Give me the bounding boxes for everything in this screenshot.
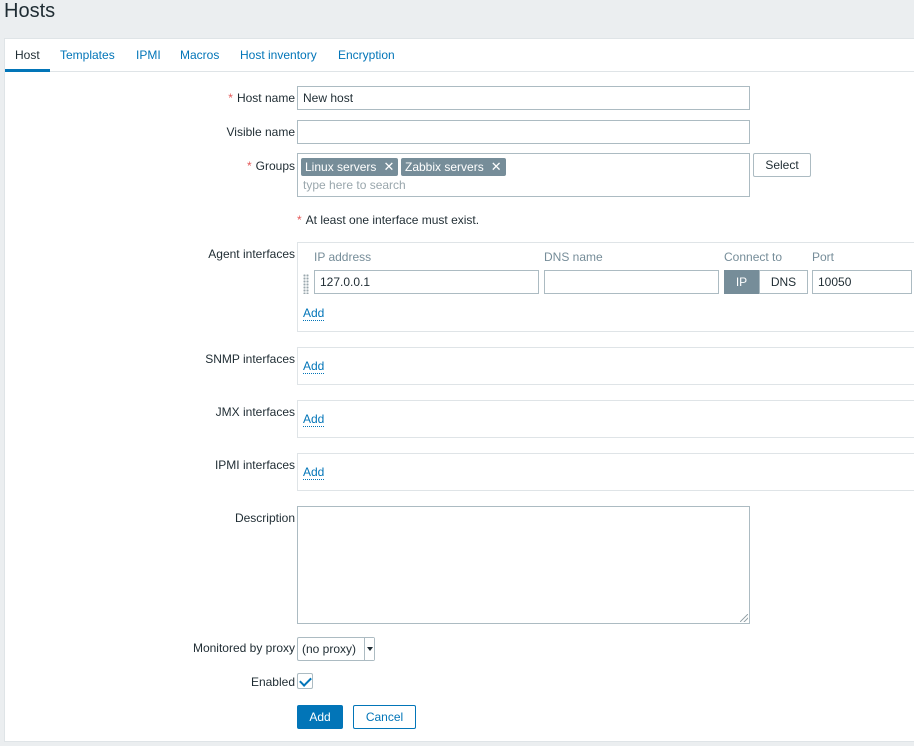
ip-address-header: IP address — [314, 250, 372, 264]
enabled-checkbox[interactable] — [297, 673, 313, 689]
connect-dns-toggle[interactable]: DNS — [759, 270, 808, 294]
resize-handle-icon[interactable] — [740, 614, 748, 622]
remove-icon[interactable]: ✕ — [491, 158, 502, 176]
add-ipmi-interface-link[interactable]: Add — [303, 466, 325, 480]
add-agent-interface-link[interactable]: Add — [303, 307, 325, 321]
ipmi-interfaces-label: IPMI interfaces — [214, 458, 295, 472]
jmx-interfaces-table: Add — [297, 400, 914, 438]
tab-ipmi[interactable]: IPMI — [126, 39, 171, 72]
ipmi-interfaces-table: Add — [297, 453, 914, 491]
agent-dns-input[interactable] — [544, 270, 719, 294]
visible-name-input[interactable] — [297, 120, 750, 144]
interface-note: * At least one interface must exist. — [297, 213, 480, 227]
add-snmp-interface-link[interactable]: Add — [303, 360, 325, 374]
tab-templates[interactable]: Templates — [50, 39, 125, 72]
tab-encryption[interactable]: Encryption — [328, 39, 405, 72]
port-header: Port — [812, 250, 835, 264]
snmp-interfaces-table: Add — [297, 347, 914, 385]
agent-interfaces-label: Agent interfaces — [208, 247, 295, 261]
tab-bar: Host Templates IPMI Macros Host inventor… — [5, 39, 914, 72]
group-chip-linux-servers: Linux servers ✕ — [301, 158, 399, 176]
description-label: Description — [234, 511, 295, 525]
proxy-select[interactable]: (no proxy) — [297, 637, 375, 661]
enabled-label: Enabled — [250, 675, 295, 689]
agent-port-input[interactable]: 10050 — [812, 270, 912, 294]
host-name-label: * Host name — [228, 91, 295, 105]
chevron-down-icon — [364, 638, 374, 660]
groups-search-placeholder[interactable]: type here to search — [303, 178, 406, 192]
tab-host[interactable]: Host — [5, 39, 50, 72]
tab-macros[interactable]: Macros — [170, 39, 229, 72]
agent-interfaces-table: IP address DNS name Connect to Port 127.… — [297, 242, 914, 332]
required-marker: * — [228, 91, 233, 105]
connect-ip-toggle[interactable]: IP — [724, 270, 759, 294]
agent-ip-input[interactable]: 127.0.0.1 — [314, 270, 539, 294]
groups-select-button[interactable]: Select — [753, 153, 811, 177]
remove-icon[interactable]: ✕ — [383, 158, 394, 176]
visible-name-label: Visible name — [226, 125, 295, 139]
snmp-interfaces-label: SNMP interfaces — [205, 352, 295, 366]
page-title: Hosts — [4, 0, 56, 22]
groups-label: * Groups — [246, 159, 295, 173]
connect-to-header: Connect to — [724, 250, 783, 264]
add-button[interactable]: Add — [297, 705, 343, 729]
required-marker: * — [246, 159, 252, 173]
group-chip-zabbix-servers: Zabbix servers ✕ — [401, 158, 506, 176]
proxy-label: Monitored by proxy — [192, 641, 295, 655]
host-form-panel: Host Templates IPMI Macros Host inventor… — [4, 38, 914, 742]
groups-multiselect[interactable]: Linux servers ✕ Zabbix servers ✕ type he… — [297, 153, 750, 197]
cancel-button[interactable]: Cancel — [353, 705, 416, 729]
drag-handle-icon[interactable] — [303, 274, 309, 294]
add-jmx-interface-link[interactable]: Add — [303, 413, 325, 427]
description-textarea[interactable] — [297, 506, 750, 624]
host-name-input[interactable]: New host — [297, 86, 750, 110]
tab-host-inventory[interactable]: Host inventory — [230, 39, 327, 72]
jmx-interfaces-label: JMX interfaces — [215, 405, 295, 419]
dns-name-header: DNS name — [544, 250, 603, 264]
